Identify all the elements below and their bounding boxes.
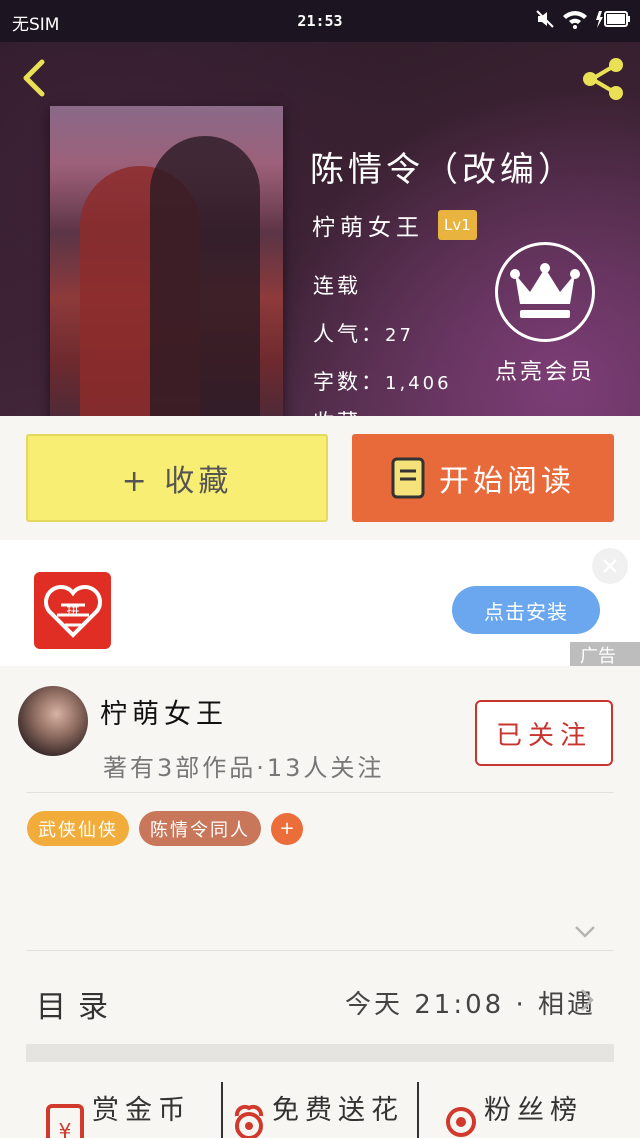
bottom-action-tabs: ¥ 赏金币 免费送花 粉丝榜 bbox=[0, 1072, 640, 1138]
vip-label: 点亮会员 bbox=[494, 360, 595, 385]
flower-icon bbox=[234, 1104, 264, 1138]
popularity-value: 27 bbox=[385, 325, 414, 346]
action-bar: + 收藏 开始阅读 bbox=[0, 416, 640, 540]
vip-button[interactable]: 点亮会员 bbox=[490, 242, 600, 386]
word-count-value: 1,406 bbox=[385, 373, 452, 394]
red-envelope-icon: ¥ bbox=[46, 1104, 84, 1138]
mute-icon bbox=[536, 10, 554, 28]
divider bbox=[26, 950, 614, 951]
close-icon bbox=[603, 559, 617, 573]
fan-ranking-label: 粉丝榜 bbox=[484, 1095, 583, 1126]
author-section: 柠萌女王 著有3部作品·13人关注 已关注 武侠仙侠 陈情令同人 + 目录 今天… bbox=[0, 666, 640, 1138]
divider bbox=[417, 1082, 419, 1138]
collect-button[interactable]: + 收藏 bbox=[26, 434, 328, 522]
medal-icon bbox=[446, 1107, 476, 1137]
wifi-icon bbox=[563, 11, 587, 29]
tag-wuxia[interactable]: 武侠仙侠 bbox=[27, 811, 129, 846]
tag-list: 武侠仙侠 陈情令同人 + bbox=[27, 811, 303, 846]
ad-banner[interactable]: 拼 点击安装 广告 bbox=[0, 540, 640, 666]
expand-button[interactable] bbox=[574, 924, 596, 943]
reward-coins-tab[interactable]: ¥ 赏金币 bbox=[42, 1072, 191, 1138]
book-cover[interactable] bbox=[50, 106, 283, 416]
book-word-count: 字数：1,406 bbox=[313, 366, 452, 396]
author-stats: 著有3部作品·13人关注 bbox=[103, 754, 385, 782]
share-icon bbox=[583, 58, 623, 100]
crown-icon bbox=[495, 242, 595, 342]
ad-install-button[interactable]: 点击安装 bbox=[452, 586, 600, 634]
pinduoduo-logo-icon: 拼 bbox=[43, 584, 102, 638]
popularity-label: 人气： bbox=[313, 322, 385, 346]
author-card-name[interactable]: 柠萌女王 bbox=[100, 692, 228, 731]
follow-button[interactable]: 已关注 bbox=[475, 700, 613, 766]
back-button[interactable] bbox=[16, 58, 52, 98]
book-header: 陈情令（改编） 柠萌女王 Lv1 连载 人气：27 字数：1,406 收藏 点亮… bbox=[0, 42, 640, 416]
book-author-row: 柠萌女王 Lv1 bbox=[312, 208, 477, 242]
level-badge: Lv1 bbox=[438, 210, 477, 240]
start-reading-button[interactable]: 开始阅读 bbox=[352, 434, 614, 522]
status-bar: 无SIM 21:53 bbox=[0, 0, 640, 42]
battery-icon bbox=[596, 11, 630, 28]
section-gap bbox=[26, 1044, 614, 1062]
divider bbox=[26, 792, 614, 793]
toc-label[interactable]: 目录 bbox=[36, 982, 120, 1026]
author-avatar[interactable] bbox=[18, 686, 88, 756]
send-flower-label: 免费送花 bbox=[272, 1095, 404, 1126]
book-popularity: 人气：27 bbox=[313, 318, 414, 348]
share-button[interactable] bbox=[580, 56, 626, 102]
book-status: 连载 bbox=[313, 274, 361, 298]
send-flower-tab[interactable]: 免费送花 bbox=[226, 1072, 404, 1138]
book-collect-count-cut: 收藏 bbox=[313, 406, 361, 416]
book-title: 陈情令（改编） bbox=[310, 150, 576, 190]
svg-text:¥: ¥ bbox=[59, 1119, 72, 1138]
svg-text:拼: 拼 bbox=[66, 604, 79, 619]
toc-latest-chapter[interactable]: 今天 21:08 · 相遇 bbox=[345, 984, 596, 1021]
chevron-right-icon bbox=[581, 989, 594, 1011]
book-icon bbox=[391, 457, 425, 499]
chevron-down-icon bbox=[575, 926, 595, 938]
reward-coins-label: 赏金币 bbox=[92, 1095, 191, 1126]
add-tag-button[interactable]: + bbox=[271, 812, 303, 845]
status-icons bbox=[536, 9, 630, 29]
start-reading-label: 开始阅读 bbox=[439, 464, 575, 499]
tag-fanfic[interactable]: 陈情令同人 bbox=[139, 811, 261, 846]
ad-tag: 广告 bbox=[570, 642, 640, 666]
fan-ranking-tab[interactable]: 粉丝榜 bbox=[438, 1072, 583, 1138]
ad-app-logo[interactable]: 拼 bbox=[34, 572, 111, 649]
ad-close-button[interactable] bbox=[592, 548, 628, 584]
back-arrow-icon bbox=[23, 59, 45, 97]
word-count-label: 字数： bbox=[313, 370, 385, 394]
divider bbox=[221, 1082, 223, 1138]
book-author[interactable]: 柠萌女王 bbox=[312, 208, 424, 242]
toc-chevron[interactable] bbox=[580, 988, 594, 1016]
